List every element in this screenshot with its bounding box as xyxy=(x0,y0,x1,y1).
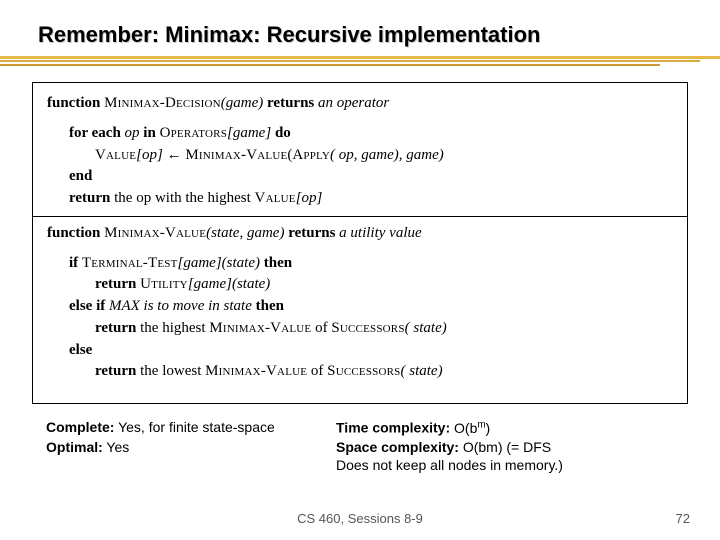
complete-label: Complete: xyxy=(46,419,114,435)
space-cell: Space complexity: O(bm) (= DFS xyxy=(336,438,686,457)
apply-fn: Apply xyxy=(292,147,330,163)
for-each-line: for each op in Operators[game] do xyxy=(47,123,673,145)
successors-fn-2: Successors xyxy=(327,363,400,379)
decorative-rule xyxy=(0,52,720,74)
fn-decision-ret: an operator xyxy=(318,95,389,111)
utility-fn: Utility xyxy=(140,276,188,292)
return-utility-line: return Utility[game](state) xyxy=(47,274,673,296)
txt-the-op: the op with the highest xyxy=(114,190,251,206)
fn-name-decision: Minimax-Decision xyxy=(104,95,221,111)
succ-args-1: ( state) xyxy=(405,320,447,336)
txt-lowest: the lowest xyxy=(140,363,201,379)
kw-elseif: else if xyxy=(69,298,105,314)
kw-then-1: then xyxy=(264,255,292,271)
complete-cell: Complete: Yes, for finite state-space xyxy=(46,418,336,438)
kw-function-2: function xyxy=(47,225,100,241)
succ-args-2: ( state) xyxy=(401,363,443,379)
operators-fn: Operators xyxy=(160,125,227,141)
complete-value: Yes, for finite state-space xyxy=(118,419,275,435)
apply-args: ( op, game), game) xyxy=(330,147,444,163)
elseif-max-line: else if MAX is to move in state then xyxy=(47,296,673,318)
value-fn-2: Value xyxy=(255,190,296,206)
kw-do: do xyxy=(275,125,291,141)
fn-value-header: function Minimax-Value(state, game) retu… xyxy=(47,223,673,245)
state-br-1: [game](state) xyxy=(178,255,261,271)
page-number: 72 xyxy=(676,511,690,526)
space-value: O(bm) (= DFS xyxy=(463,439,551,455)
kw-else: else xyxy=(69,342,92,358)
max-clause: MAX is to move in state xyxy=(109,298,252,314)
kw-return-2: return xyxy=(95,276,136,292)
slide-title: Remember: Minimax: Recursive implementat… xyxy=(38,22,680,48)
time-label: Time complexity: xyxy=(336,420,450,436)
kw-return-1: return xyxy=(69,190,110,206)
fn-decision-args: (game) xyxy=(221,95,263,111)
return-highest-line: return the highest Minimax-Value of Succ… xyxy=(47,318,673,340)
footer-text: CS 460, Sessions 8-9 xyxy=(0,511,720,526)
kw-function: function xyxy=(47,95,100,111)
slide: Remember: Minimax: Recursive implementat… xyxy=(0,0,720,540)
optimal-label: Optimal: xyxy=(46,439,103,455)
kw-returns: returns xyxy=(267,95,314,111)
value-op-br: [op] xyxy=(136,147,163,163)
space-label: Space complexity: xyxy=(336,439,459,455)
fn-value-args: (state, game) xyxy=(206,225,284,241)
game-bracket: [game] xyxy=(227,125,271,141)
complexity-block: Complete: Yes, for finite state-space Ti… xyxy=(46,418,686,475)
txt-op: op xyxy=(125,125,140,141)
value-fn: Value xyxy=(95,147,136,163)
divider-line xyxy=(33,216,687,217)
kw-return-3: return xyxy=(95,320,136,336)
kw-end: end xyxy=(69,168,92,184)
value-op-br-2: [op] xyxy=(296,190,323,206)
time-cell: Time complexity: O(bm) xyxy=(336,418,686,438)
kw-if: if xyxy=(69,255,78,271)
fn-name-value: Minimax-Value xyxy=(104,225,206,241)
minimax-value-fn-3: Minimax-Value xyxy=(205,363,307,379)
space-note: Does not keep all nodes in memory.) xyxy=(336,456,686,475)
optimal-value: Yes xyxy=(106,439,129,455)
successors-fn-1: Successors xyxy=(331,320,404,336)
kw-returns-2: returns xyxy=(288,225,335,241)
minimax-value-fn-1: Minimax-Value xyxy=(185,147,287,163)
txt-highest: the highest xyxy=(140,320,205,336)
assign-line: Value[op] ← Minimax-Value(Apply( op, gam… xyxy=(47,145,673,167)
kw-in: in xyxy=(143,125,156,141)
fn-decision-header: function Minimax-Decision(game) returns … xyxy=(47,93,673,115)
fn-value-ret: a utility value xyxy=(339,225,421,241)
return-lowest-line: return the lowest Minimax-Value of Succe… xyxy=(47,361,673,383)
return-op-line: return the op with the highest Value[op] xyxy=(47,188,673,210)
terminal-test-fn: Terminal-Test xyxy=(82,255,178,271)
kw-return-4: return xyxy=(95,363,136,379)
state-br-2: [game](state) xyxy=(188,276,271,292)
time-value: O(bm) xyxy=(454,420,490,436)
kw-foreach: for each xyxy=(69,125,121,141)
minimax-value-fn-2: Minimax-Value xyxy=(209,320,311,336)
pseudocode-box: function Minimax-Decision(game) returns … xyxy=(32,82,688,404)
left-arrow: ← xyxy=(167,147,182,163)
kw-then-2: then xyxy=(256,298,284,314)
optimal-cell: Optimal: Yes xyxy=(46,438,336,457)
if-terminal-line: if Terminal-Test[game](state) then xyxy=(47,253,673,275)
